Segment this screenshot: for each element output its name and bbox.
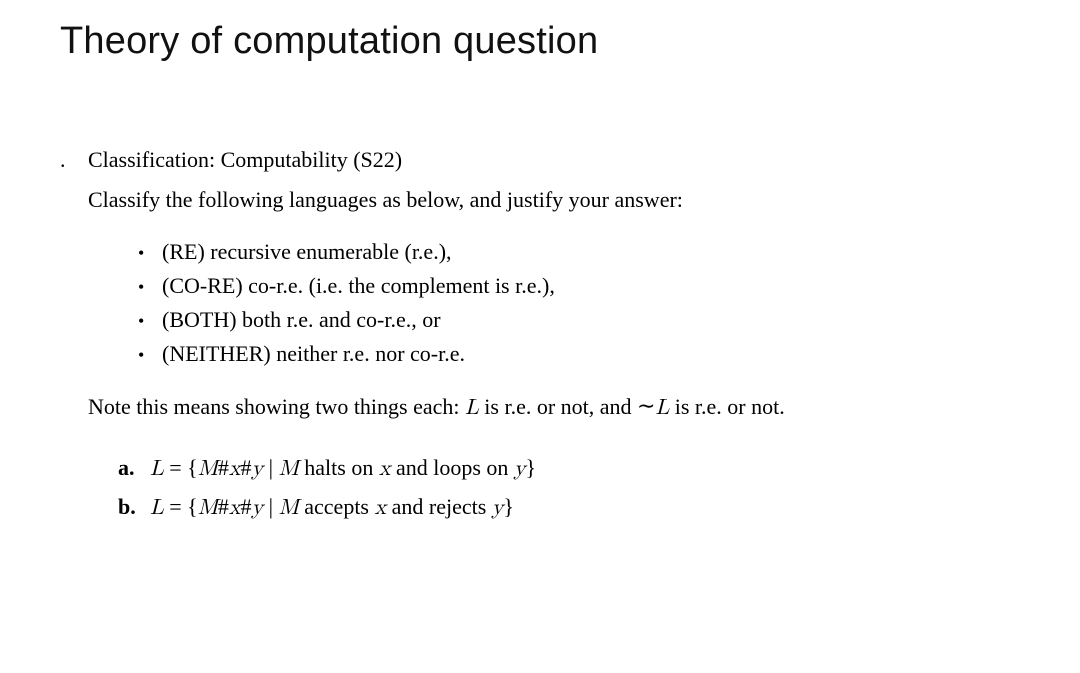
leading-dot-icon: .: [60, 143, 88, 177]
sep-text: |: [263, 455, 278, 480]
math-var-y: y: [252, 458, 264, 480]
hash-icon: #: [218, 455, 229, 480]
problem-block: . Classification: Computability (S22) Cl…: [60, 143, 1020, 527]
math-var-x: x: [229, 458, 241, 480]
math-var-l: L: [465, 397, 479, 419]
math-var-y: y: [492, 497, 504, 519]
eq-text: = {: [164, 494, 198, 519]
note-text: Note this means showing two things each:…: [88, 390, 1020, 425]
hash-icon: #: [241, 455, 252, 480]
note-mid1: is r.e. or not, and: [479, 394, 637, 419]
close-brace: }: [526, 455, 537, 480]
math-var-x: x: [229, 497, 241, 519]
bullet-text: (RE) recursive enumerable (r.e.),: [162, 235, 452, 269]
sub-items: a. L = {M#x#y | M halts on x and loops o…: [118, 449, 1020, 528]
hash-icon: #: [241, 494, 252, 519]
math-var-m: M: [198, 497, 218, 519]
sep-text: |: [263, 494, 278, 519]
bullet-icon: •: [138, 240, 162, 268]
close-brace: }: [503, 494, 514, 519]
math-var-m: M: [279, 497, 299, 519]
math-var-x: x: [379, 458, 391, 480]
negation-icon: ∼: [637, 393, 655, 418]
list-item: • (CO-RE) co-r.e. (i.e. the complement i…: [138, 269, 1020, 303]
math-var-l: L: [150, 497, 164, 519]
bullet-text: (CO-RE) co-r.e. (i.e. the complement is …: [162, 269, 555, 303]
list-item: • (RE) recursive enumerable (r.e.),: [138, 235, 1020, 269]
eq-text: = {: [164, 455, 198, 480]
page-title: Theory of computation question: [60, 20, 1020, 63]
instruction-text: Classify the following languages as belo…: [88, 183, 1020, 217]
list-item: • (NEITHER) neither r.e. nor co-r.e.: [138, 337, 1020, 371]
sub-item-a: a. L = {M#x#y | M halts on x and loops o…: [118, 449, 1020, 488]
item-label: b.: [118, 488, 150, 525]
body-text: and rejects: [386, 494, 492, 519]
item-expr: L = {M#x#y | M accepts x and rejects y}: [150, 488, 514, 527]
bullet-icon: •: [138, 342, 162, 370]
body-text: accepts: [299, 494, 375, 519]
note-mid2: is r.e. or not.: [669, 394, 785, 419]
bullet-list: • (RE) recursive enumerable (r.e.), • (C…: [138, 235, 1020, 371]
bullet-text: (BOTH) both r.e. and co-r.e., or: [162, 303, 441, 337]
math-var-x: x: [375, 497, 387, 519]
bullet-icon: •: [138, 308, 162, 336]
math-var-y: y: [514, 458, 526, 480]
body-text: and loops on: [390, 455, 513, 480]
bullet-icon: •: [138, 274, 162, 302]
item-expr: L = {M#x#y | M halts on x and loops on y…: [150, 449, 536, 488]
hash-icon: #: [218, 494, 229, 519]
math-var-m: M: [198, 458, 218, 480]
list-item: • (BOTH) both r.e. and co-r.e., or: [138, 303, 1020, 337]
classification-line: . Classification: Computability (S22): [60, 143, 1020, 177]
math-var-y: y: [252, 497, 264, 519]
classification-text: Classification: Computability (S22): [88, 143, 402, 177]
sub-item-b: b. L = {M#x#y | M accepts x and rejects …: [118, 488, 1020, 527]
math-var-m: M: [279, 458, 299, 480]
math-var-l: L: [655, 397, 669, 419]
bullet-text: (NEITHER) neither r.e. nor co-r.e.: [162, 337, 465, 371]
item-label: a.: [118, 449, 150, 486]
math-var-l: L: [150, 458, 164, 480]
note-pre: Note this means showing two things each:: [88, 394, 465, 419]
body-text: halts on: [299, 455, 379, 480]
